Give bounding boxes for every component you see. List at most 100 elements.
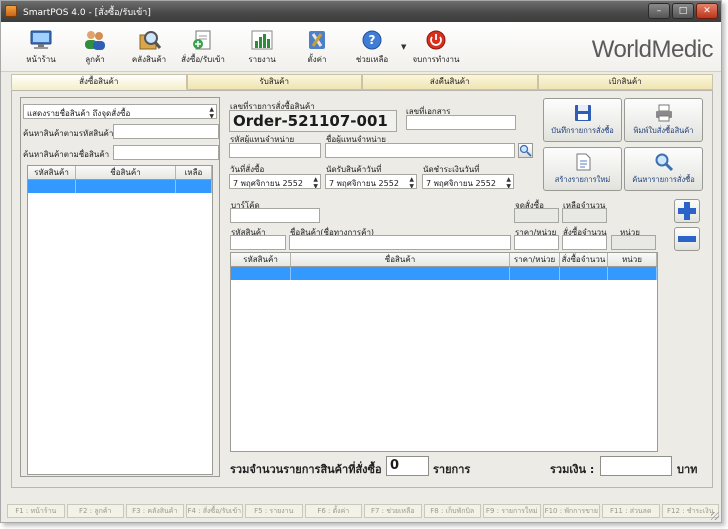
column-header-remaining[interactable]: เหลือ — [176, 166, 212, 179]
column-header-code[interactable]: รหัสสินค้า — [28, 166, 76, 179]
fkey-f2[interactable]: F2 : ลูกค้า — [66, 504, 124, 518]
toolbar-settings-label: ตั้งค่า — [307, 55, 327, 64]
order-qty-input[interactable] — [562, 235, 607, 250]
select-arrows-icon: ▲ ▼ — [209, 106, 214, 119]
minus-icon — [678, 236, 696, 242]
item-code-input[interactable] — [230, 235, 286, 250]
print-order-label: พิมพ์ใบสั่งซื้อสินค้า — [633, 126, 694, 135]
fkey-f1[interactable]: F1 : หน้าร้าน — [7, 504, 65, 518]
column-header-unit[interactable]: หน่วย — [608, 253, 657, 266]
toolbar-purchase-button[interactable]: สั่งซื้อ/รับเข้า — [179, 29, 227, 66]
supplier-name-input[interactable] — [325, 143, 515, 158]
tab-purchase-order[interactable]: สั่งซื้อสินค้า — [11, 74, 187, 90]
item-count-field: 0 — [386, 456, 429, 476]
unit-price-input[interactable] — [514, 235, 559, 250]
fkey-f10[interactable]: F10 : พักการขาย — [542, 504, 600, 518]
supplier-search-button[interactable] — [518, 143, 533, 158]
column-header-code[interactable]: รหัสสินค้า — [231, 253, 291, 266]
brand-logo: WorldMedic — [591, 36, 714, 63]
toolbar-storefront-label: หน้าร้าน — [26, 55, 56, 64]
help-icon: ? — [359, 29, 385, 51]
date-spin-icon: ▲ ▼ — [313, 176, 318, 189]
fkey-f7[interactable]: F7 : ช่วยเหลือ — [364, 504, 422, 518]
reorder-point-field — [514, 208, 559, 223]
magnifier-icon — [654, 152, 674, 172]
order-number-field: Order-521107-001 — [229, 110, 397, 132]
maximize-button[interactable]: □ — [672, 3, 694, 19]
item-count-unit: รายการ — [433, 463, 471, 476]
print-order-button[interactable]: พิมพ์ใบสั่งซื้อสินค้า — [624, 98, 703, 142]
display-filter-select[interactable]: แสดงรายชื่อสินค้า ถึงจุดสั่งซื้อ ▲ ▼ — [23, 104, 217, 119]
search-icon — [519, 144, 532, 157]
close-button[interactable]: ✕ — [696, 3, 718, 19]
help-dropdown-icon[interactable]: ▼ — [401, 43, 406, 51]
toolbar-settings-button[interactable]: ตั้งค่า — [293, 29, 341, 66]
remove-item-button[interactable] — [674, 227, 700, 251]
column-header-name[interactable]: ชื่อสินค้า — [76, 166, 176, 179]
receive-date-value: 7 พฤศจิกายน 2552 — [329, 179, 399, 188]
order-items-grid[interactable]: รหัสสินค้า ชื่อสินค้า ราคา/หน่วย สั่งซื้… — [230, 252, 658, 452]
column-header-name[interactable]: ชื่อสินค้า — [291, 253, 510, 266]
receive-date-picker[interactable]: 7 พฤศจิกายน 2552 ▲ ▼ — [325, 174, 417, 189]
toolbar-storefront-button[interactable]: หน้าร้าน — [17, 29, 65, 66]
fkey-f11[interactable]: F11 : ส่วนลด — [602, 504, 660, 518]
fkey-f3[interactable]: F3 : คลังสินค้า — [126, 504, 184, 518]
bar-chart-icon — [249, 29, 275, 51]
power-icon — [423, 29, 449, 51]
module-tabs: สั่งซื้อสินค้า รับสินค้า ส่งคืนสินค้า เบ… — [11, 74, 713, 90]
fkey-f6[interactable]: F6 : ตั้งค่า — [304, 504, 362, 518]
find-order-button[interactable]: ค้นหารายการสั่งซื้อ — [624, 147, 703, 191]
column-header-unit-price[interactable]: ราคา/หน่วย — [510, 253, 560, 266]
purchase-order-content: แสดงรายชื่อสินค้า ถึงจุดสั่งซื้อ ▲ ▼ ค้นห… — [11, 90, 713, 488]
tab-receive[interactable]: รับสินค้า — [186, 74, 362, 90]
order-date-value: 7 พฤศจิกายน 2552 — [233, 179, 303, 188]
table-row[interactable] — [28, 180, 212, 193]
add-item-button[interactable] — [674, 199, 700, 223]
toolbar-report-label: รายงาน — [248, 55, 276, 64]
doc-number-input[interactable] — [406, 115, 516, 130]
new-order-label: สร้างรายการใหม่ — [554, 175, 611, 184]
supplier-code-input[interactable] — [229, 143, 321, 158]
toolbar-exit-button[interactable]: จบการทำงาน — [412, 29, 460, 66]
fkey-f5[interactable]: F5 : รายงาน — [245, 504, 303, 518]
column-header-order-qty[interactable]: สั่งซื้อจำนวน — [560, 253, 608, 266]
resize-grip-icon[interactable] — [711, 512, 719, 520]
pay-date-picker[interactable]: 7 พฤศจิกายน 2552 ▲ ▼ — [422, 174, 514, 189]
toolbar-report-button[interactable]: รายงาน — [238, 29, 286, 66]
monitor-icon — [28, 29, 54, 51]
order-date-picker[interactable]: 7 พฤศจิกายน 2552 ▲ ▼ — [229, 174, 321, 189]
fkey-f4[interactable]: F4 : สั่งซื้อ/รับเข้า — [185, 504, 243, 518]
search-code-input[interactable] — [113, 124, 219, 139]
fkey-f9[interactable]: F9 : รายการใหม่ — [483, 504, 541, 518]
main-toolbar: หน้าร้าน ลูกค้า คลังสินค้า สั่งซื้อ/รับเ… — [1, 22, 721, 72]
product-lookup-grid[interactable]: รหัสสินค้า ชื่อสินค้า เหลือ — [27, 165, 213, 475]
order-items-grid-header: รหัสสินค้า ชื่อสินค้า ราคา/หน่วย สั่งซื้… — [231, 253, 657, 267]
toolbar-purchase-label: สั่งซื้อ/รับเข้า — [181, 55, 225, 64]
product-lookup-panel: แสดงรายชื่อสินค้า ถึงจุดสั่งซื้อ ▲ ▼ ค้นห… — [20, 97, 220, 477]
printer-icon — [654, 103, 674, 123]
purchase-icon — [190, 29, 216, 51]
function-key-bar: F1 : หน้าร้าน F2 : ลูกค้า F3 : คลังสินค้… — [7, 504, 719, 518]
item-count-label: รวมจำนวนรายการสินค้าที่สั่งซื้อ : — [230, 463, 390, 476]
remaining-qty-field — [562, 208, 607, 223]
toolbar-customer-label: ลูกค้า — [85, 55, 105, 64]
item-name-input[interactable] — [289, 235, 511, 250]
search-name-input[interactable] — [113, 145, 219, 160]
new-order-button[interactable]: สร้างรายการใหม่ — [543, 147, 622, 191]
window-title: SmartPOS 4.0 - [สั่งซื้อ/รับเข้า] — [23, 8, 151, 18]
barcode-input[interactable] — [230, 208, 320, 223]
tab-return[interactable]: ส่งคืนสินค้า — [362, 74, 538, 90]
svg-text:?: ? — [369, 33, 376, 47]
toolbar-customer-button[interactable]: ลูกค้า — [71, 29, 119, 66]
total-amount-unit: บาท — [677, 463, 698, 476]
plus-icon — [678, 202, 696, 220]
table-row[interactable] — [231, 267, 657, 280]
fkey-f8[interactable]: F8 : เก็บพักบิล — [423, 504, 481, 518]
save-order-button[interactable]: บันทึกรายการสั่งซื้อ — [543, 98, 622, 142]
minimize-button[interactable]: – — [648, 3, 670, 19]
toolbar-inventory-button[interactable]: คลังสินค้า — [125, 29, 173, 66]
toolbar-help-button[interactable]: ? ช่วยเหลือ — [348, 29, 396, 66]
unit-field — [611, 235, 656, 250]
date-spin-icon: ▲ ▼ — [506, 176, 511, 189]
tab-withdraw[interactable]: เบิกสินค้า — [537, 74, 713, 90]
